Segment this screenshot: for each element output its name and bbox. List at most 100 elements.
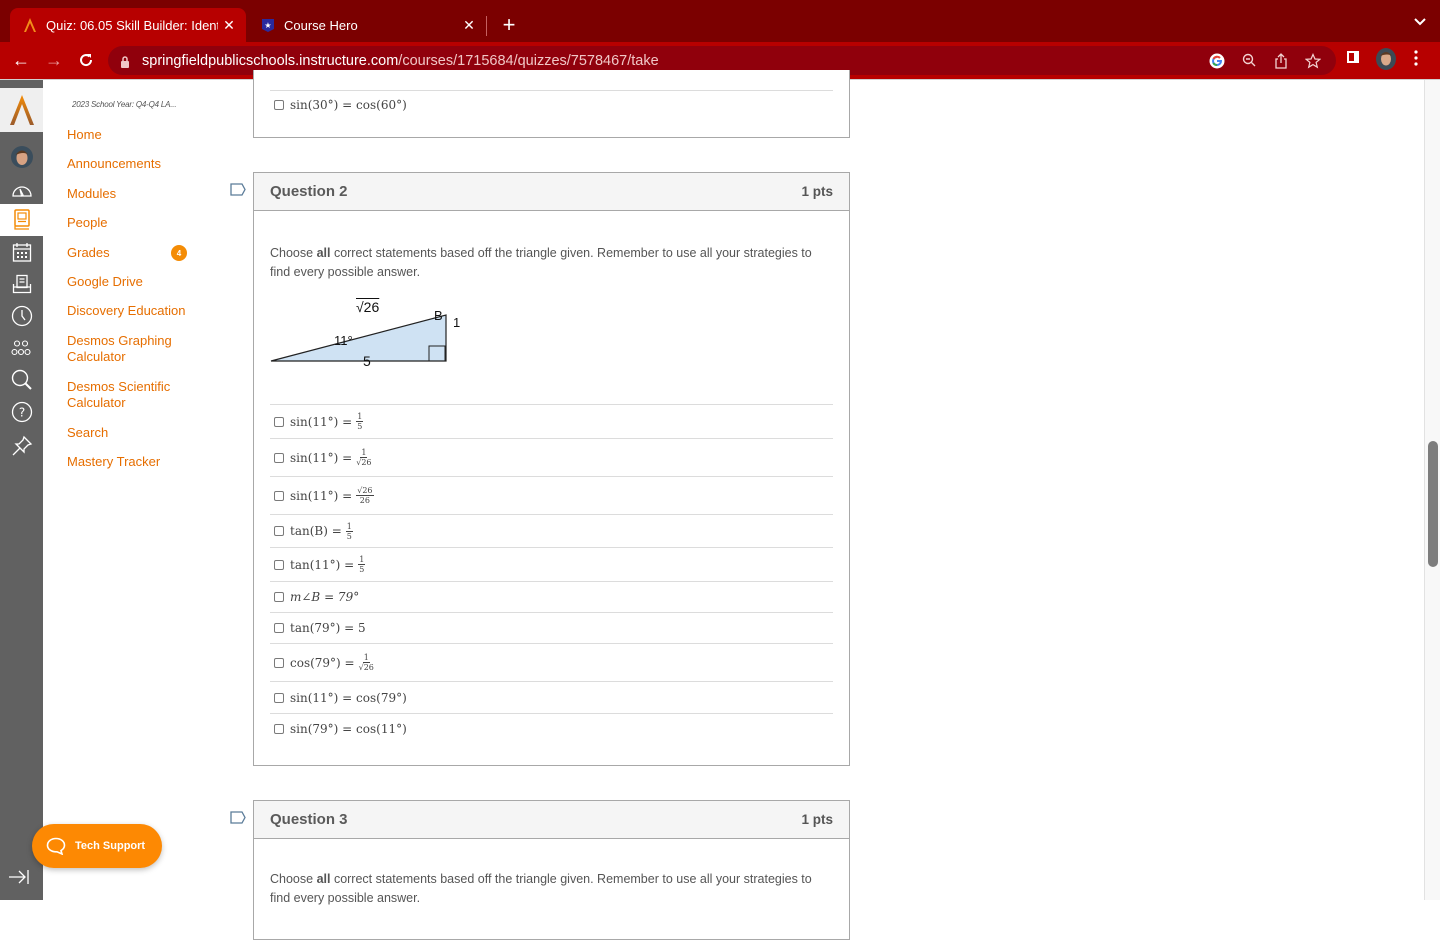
- tech-support-button[interactable]: Tech Support: [32, 824, 162, 868]
- course-nav-announcements[interactable]: Announcements: [67, 156, 187, 172]
- answer-fraction: 15: [356, 412, 364, 431]
- answer-label: sin(30°) = cos(60°): [290, 97, 407, 112]
- answer-lhs: sin(11°) = cos(79°): [290, 690, 407, 705]
- answer-option[interactable]: cos(79°) = 1 √26: [270, 643, 833, 681]
- flag-question-icon[interactable]: [230, 811, 246, 824]
- answer-checkbox[interactable]: [274, 592, 284, 602]
- answer-option[interactable]: sin(11°) = 1 √26: [270, 438, 833, 476]
- pin-icon[interactable]: [0, 430, 43, 462]
- help-icon[interactable]: ?: [0, 396, 43, 428]
- angle-label: 11°: [334, 333, 353, 348]
- question-title: Question 2: [270, 183, 348, 200]
- back-icon[interactable]: ←: [9, 48, 33, 72]
- triangle-figure: √26 B 1 11° 5: [270, 290, 849, 404]
- lock-icon: [120, 55, 130, 68]
- answer-fraction: 1 √26: [359, 653, 374, 672]
- url-text: springfieldpublicschools.instructure.com…: [142, 53, 659, 69]
- svg-text:?: ?: [18, 406, 24, 420]
- answer-lhs: sin(11°) =: [290, 450, 353, 465]
- answer-checkbox[interactable]: [274, 559, 284, 570]
- angle-b-label: B: [434, 308, 443, 323]
- course-nav-modules[interactable]: Modules: [67, 186, 187, 202]
- tab-separator: [486, 16, 487, 36]
- answer-option[interactable]: sin(11°) = cos(79°): [270, 681, 833, 713]
- question-2-header: Question 2 1 pts: [254, 173, 849, 211]
- course-nav-mastery-tracker[interactable]: Mastery Tracker: [67, 454, 187, 470]
- fraction-denominator: √26: [358, 663, 374, 672]
- fraction-numerator: √26: [356, 486, 374, 496]
- answer-checkbox[interactable]: [274, 526, 284, 536]
- google-icon[interactable]: [1208, 53, 1226, 69]
- courses-icon[interactable]: [0, 204, 43, 236]
- dashboard-icon[interactable]: [0, 174, 43, 206]
- answer-lhs: m∠B = 79°: [290, 590, 360, 604]
- answer-checkbox[interactable]: [274, 99, 284, 110]
- url-path: /courses/1715684/quizzes/7578467/take: [398, 52, 659, 69]
- flag-question-icon[interactable]: [230, 183, 246, 196]
- course-nav-people[interactable]: People: [67, 215, 187, 231]
- answer-checkbox[interactable]: [274, 452, 284, 463]
- close-tab-icon[interactable]: ✕: [218, 17, 240, 34]
- prompt-text: correct statements based off the triangl…: [270, 872, 812, 905]
- fraction-numerator: 1: [356, 412, 364, 422]
- prompt-text: Choose: [270, 872, 317, 886]
- course-nav-home[interactable]: Home: [67, 127, 187, 143]
- answer-option[interactable]: sin(11°) = √26 26: [270, 476, 833, 514]
- answer-option[interactable]: tan(B) = 15: [270, 514, 833, 547]
- side-panel-icon[interactable]: [1346, 50, 1360, 69]
- calendar-icon[interactable]: [0, 236, 43, 268]
- answer-checkbox[interactable]: [274, 623, 284, 633]
- answer-option[interactable]: m∠B = 79°: [270, 581, 833, 612]
- close-tab-icon[interactable]: ✕: [458, 17, 480, 34]
- search-icon[interactable]: [0, 364, 43, 396]
- scrollbar-thumb[interactable]: [1428, 441, 1438, 567]
- answer-option[interactable]: tan(79°) = 5: [270, 612, 833, 643]
- answer-checkbox[interactable]: [274, 692, 284, 703]
- answer-checkbox[interactable]: [274, 723, 284, 734]
- answer-option[interactable]: tan(11°) = 15: [270, 547, 833, 581]
- question-points: 1 pts: [801, 184, 833, 199]
- course-hero-icon: ★: [260, 17, 276, 33]
- inbox-icon[interactable]: [0, 268, 43, 300]
- browser-menu-icon[interactable]: [1414, 50, 1418, 71]
- question-1-card: sin(30°) = cos(60°): [253, 70, 850, 138]
- tab-search-icon[interactable]: [1414, 15, 1426, 29]
- course-nav-discovery-education[interactable]: Discovery Education: [67, 303, 187, 319]
- course-nav-google-drive[interactable]: Google Drive: [67, 274, 187, 290]
- share-icon[interactable]: [1272, 53, 1290, 69]
- page-scrollbar[interactable]: [1424, 80, 1440, 900]
- account-avatar[interactable]: [0, 141, 43, 173]
- tab-course-hero[interactable]: ★ Course Hero ✕: [250, 8, 486, 42]
- canvas-home-logo[interactable]: [0, 88, 43, 132]
- answer-option[interactable]: sin(30°) = cos(60°): [270, 90, 833, 118]
- profile-avatar[interactable]: [1376, 48, 1396, 75]
- adjacent-side-label: 5: [363, 353, 371, 369]
- zoom-out-icon[interactable]: [1240, 53, 1258, 69]
- course-nav-desmos-scientific[interactable]: Desmos Scientific Calculator: [67, 379, 187, 411]
- bookmark-star-icon[interactable]: [1304, 53, 1322, 69]
- new-tab-button[interactable]: +: [498, 12, 520, 38]
- answer-fraction: 1 √26: [356, 448, 371, 467]
- collapse-nav-icon[interactable]: [8, 869, 30, 890]
- course-nav-search[interactable]: Search: [67, 425, 187, 441]
- groups-icon[interactable]: [0, 332, 43, 364]
- question-prompt: Choose all correct statements based off …: [254, 244, 849, 282]
- answer-lhs: tan(79°) = 5: [290, 621, 366, 635]
- course-nav-desmos-graphing[interactable]: Desmos Graphing Calculator: [67, 333, 187, 365]
- answer-fraction: 15: [345, 522, 353, 541]
- forward-icon[interactable]: →: [42, 48, 66, 72]
- answer-checkbox[interactable]: [274, 490, 284, 501]
- grades-badge: 4: [171, 245, 187, 261]
- reload-icon[interactable]: [74, 48, 98, 72]
- tab-quiz[interactable]: Quiz: 06.05 Skill Builder: Identi ✕: [10, 8, 246, 42]
- answer-checkbox[interactable]: [274, 416, 284, 427]
- course-nav-grades[interactable]: Grades: [67, 245, 187, 261]
- question-2-card: Question 2 1 pts Choose all correct stat…: [253, 172, 850, 766]
- answer-option[interactable]: sin(79°) = cos(11°): [270, 713, 833, 743]
- history-icon[interactable]: [0, 300, 43, 332]
- answer-checkbox[interactable]: [274, 657, 284, 668]
- hypotenuse-label: √26: [356, 299, 380, 315]
- global-nav: ?: [0, 80, 43, 900]
- answer-option[interactable]: sin(11°) = 15: [270, 404, 833, 438]
- chat-bubble-icon: [46, 837, 66, 855]
